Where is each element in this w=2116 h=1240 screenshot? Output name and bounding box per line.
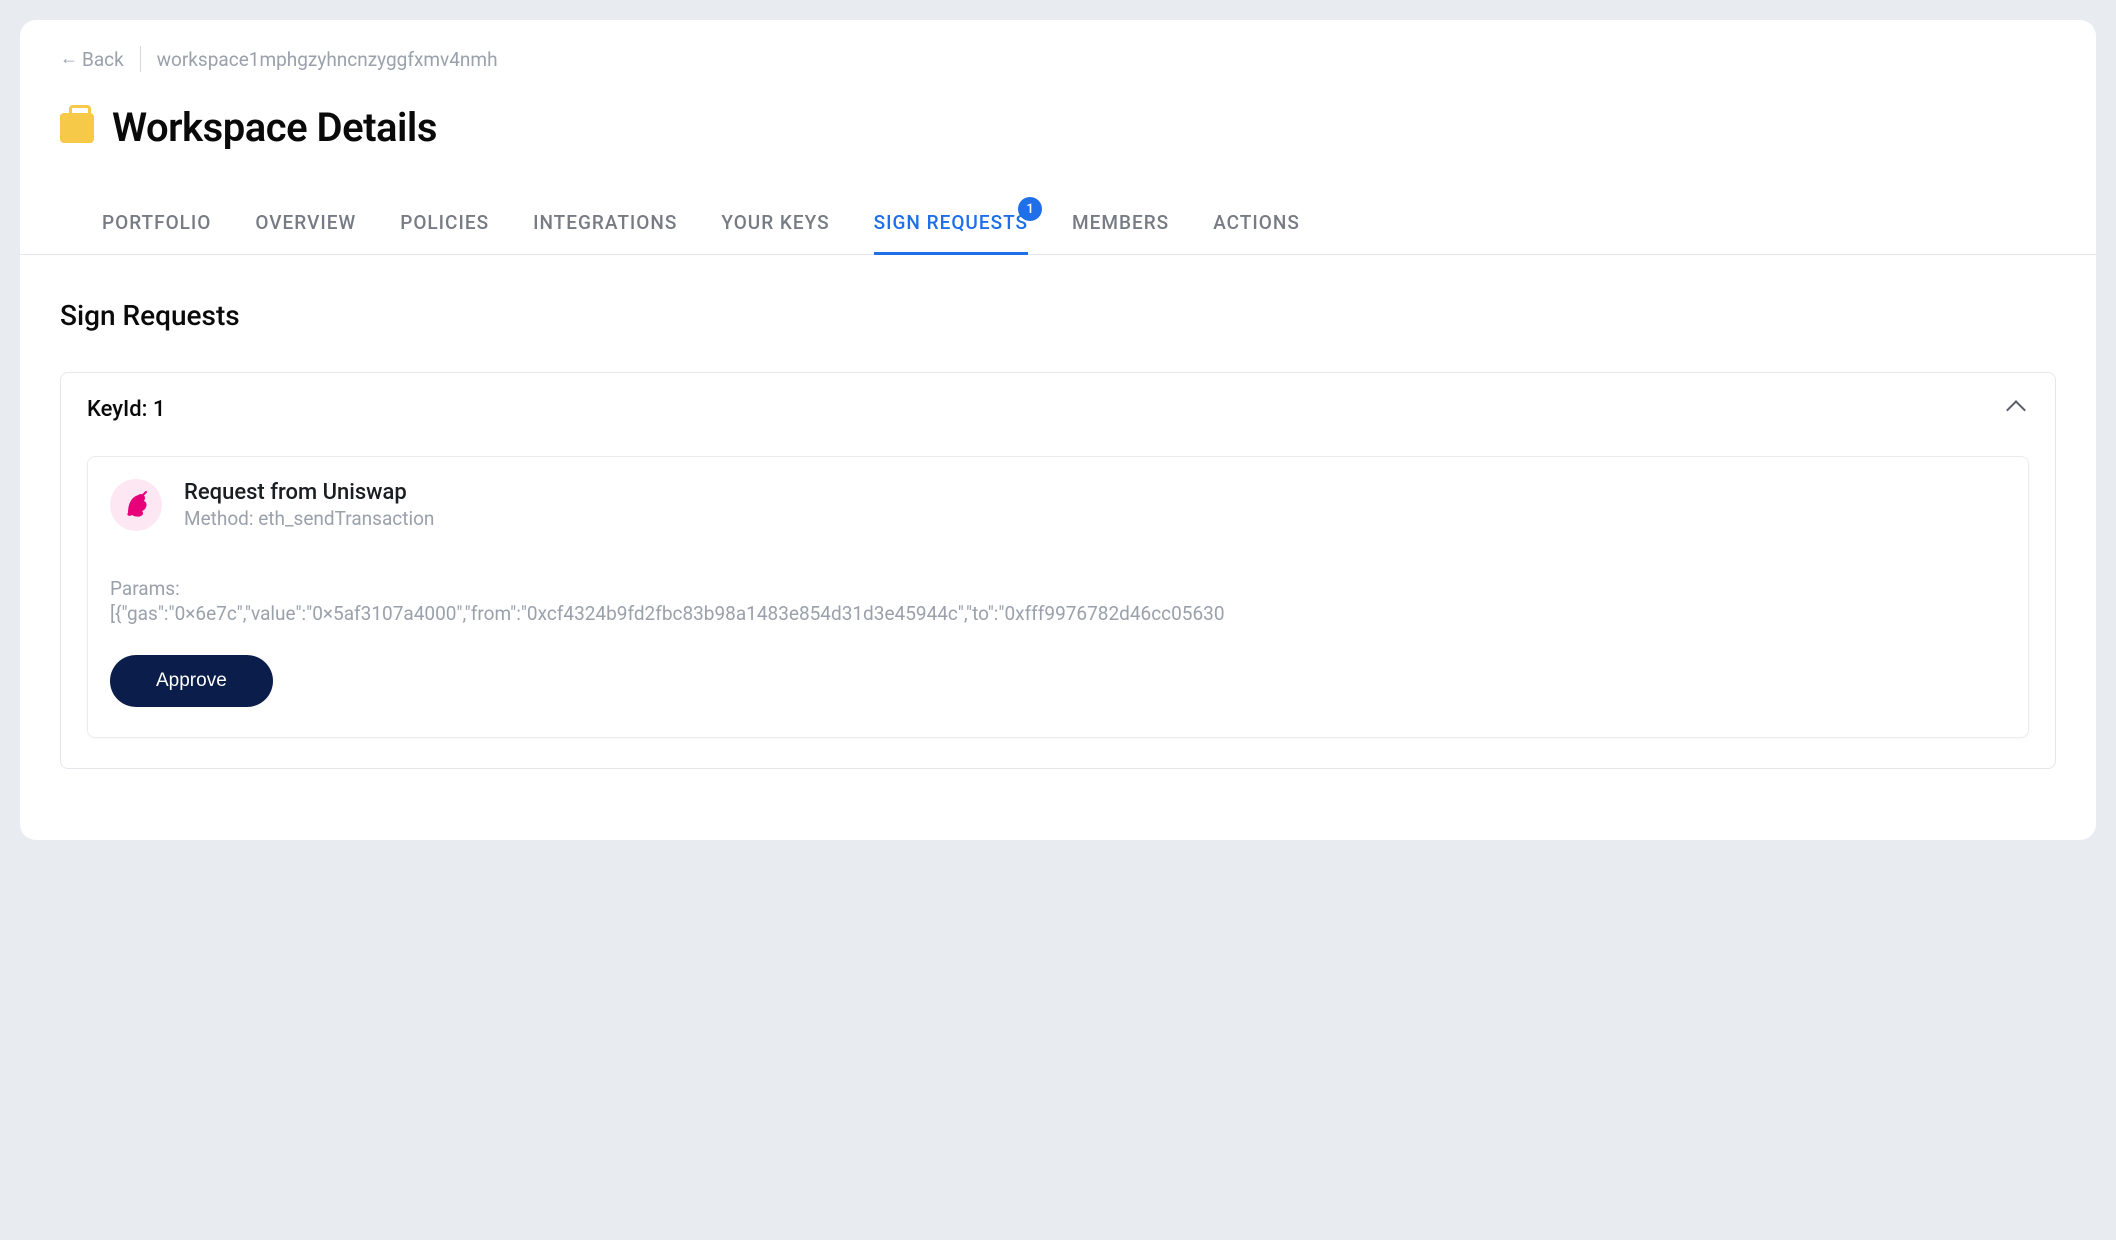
tab-actions[interactable]: ACTIONS [1213, 211, 1300, 254]
key-panel: KeyId: 1 Request from Uniswap Method: et… [60, 372, 2056, 769]
tab-your-keys[interactable]: YOUR KEYS [721, 211, 829, 254]
panel-header[interactable]: KeyId: 1 [87, 397, 2029, 422]
tab-overview[interactable]: OVERVIEW [255, 211, 356, 254]
tab-label: SIGN REQUESTS [874, 211, 1028, 234]
request-title: Request from Uniswap [184, 480, 434, 505]
section-title: Sign Requests [20, 255, 2096, 332]
tab-portfolio[interactable]: PORTFOLIO [102, 211, 211, 254]
briefcase-icon [60, 113, 94, 143]
divider [140, 46, 141, 72]
badge-count: 1 [1018, 197, 1042, 221]
tabs: PORTFOLIO OVERVIEW POLICIES INTEGRATIONS… [20, 151, 2096, 255]
tab-integrations[interactable]: INTEGRATIONS [533, 211, 677, 254]
request-header: Request from Uniswap Method: eth_sendTra… [110, 479, 2006, 531]
breadcrumb: workspace1mphgzyhncnzyggfxmv4nmh [157, 48, 498, 71]
topbar: ← Back workspace1mphgzyhncnzyggfxmv4nmh [20, 20, 2096, 72]
tab-members[interactable]: MEMBERS [1072, 211, 1169, 254]
params-value: [{"gas":"0×6e7c","value":"0×5af3107a4000… [110, 602, 2006, 625]
page-header: Workspace Details [20, 72, 2096, 151]
chevron-up-icon [2006, 400, 2026, 420]
panel-title: KeyId: 1 [87, 397, 165, 422]
request-method: Method: eth_sendTransaction [184, 507, 434, 530]
page-title: Workspace Details [112, 104, 437, 151]
request-card: Request from Uniswap Method: eth_sendTra… [87, 456, 2029, 738]
uniswap-icon [110, 479, 162, 531]
workspace-card: ← Back workspace1mphgzyhncnzyggfxmv4nmh … [20, 20, 2096, 840]
tab-sign-requests[interactable]: SIGN REQUESTS 1 [874, 211, 1028, 255]
back-label: Back [82, 48, 124, 71]
params-label: Params: [110, 577, 2006, 600]
arrow-left-icon: ← [60, 50, 78, 68]
approve-button[interactable]: Approve [110, 655, 273, 707]
back-link[interactable]: ← Back [60, 48, 124, 71]
tab-policies[interactable]: POLICIES [400, 211, 489, 254]
